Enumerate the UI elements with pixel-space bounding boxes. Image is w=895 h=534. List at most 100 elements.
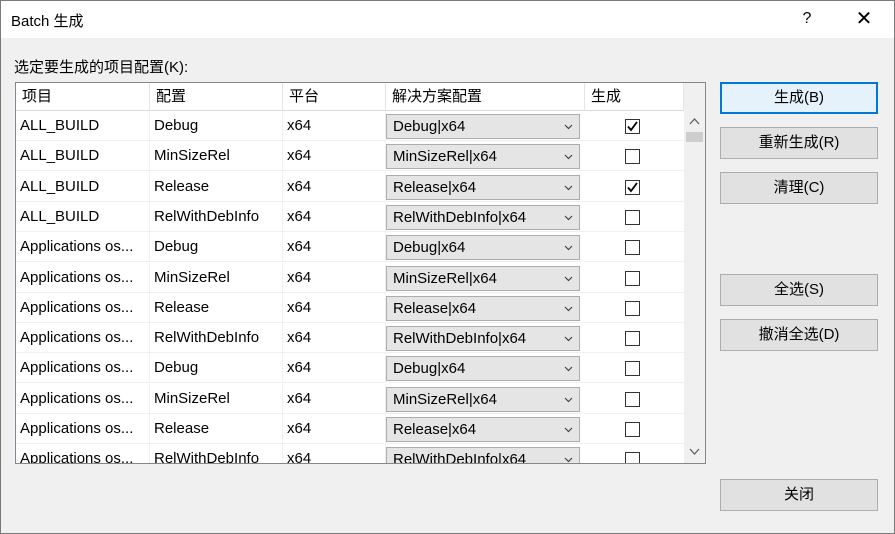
solution-config-dropdown[interactable]: Release|x64 <box>386 417 580 442</box>
project-config-grid[interactable]: 项目 配置 平台 解决方案配置 生成 ALL_BUILD Debug x64 Debu… <box>15 82 706 464</box>
build-checkbox[interactable] <box>625 331 640 347</box>
solution-config-value: Release|x64 <box>393 178 477 196</box>
build-checkbox[interactable] <box>625 391 640 407</box>
chevron-down-icon <box>564 427 573 433</box>
close-button[interactable]: 关闭 <box>720 479 878 511</box>
column-header-project[interactable]: 项目 <box>16 83 150 111</box>
project-name-cell: ALL_BUILD <box>16 141 150 172</box>
table-row[interactable]: Applications os... RelWithDebInfo x64 RelWi… <box>16 444 684 464</box>
project-name-cell: Applications os... <box>16 444 150 463</box>
window-title: Batch 生成 <box>11 13 84 30</box>
solution-config-dropdown[interactable]: Release|x64 <box>386 174 580 200</box>
solution-config-dropdown[interactable]: Debug|x64 <box>386 235 580 261</box>
close-icon[interactable]: ✕ <box>849 4 879 34</box>
solution-config-value: Release|x64 <box>393 299 477 317</box>
config-cell: Debug <box>150 111 283 141</box>
project-name-cell: Applications os... <box>16 353 150 384</box>
chevron-down-icon <box>564 124 573 130</box>
platform-cell: x64 <box>283 323 386 354</box>
build-checkbox[interactable] <box>625 270 640 286</box>
solution-config-dropdown[interactable]: MinSizeRel|x64 <box>386 265 580 291</box>
table-row[interactable]: ALL_BUILD MinSizeRel x64 MinSizeRel|x64 <box>16 141 684 172</box>
build-checkbox[interactable] <box>625 300 640 316</box>
table-row[interactable]: ALL_BUILD RelWithDebInfo x64 RelWithDebInfo… <box>16 201 684 232</box>
config-cell: RelWithDebInfo <box>150 323 283 354</box>
scrollbar-thumb[interactable] <box>686 132 703 142</box>
project-name-cell: ALL_BUILD <box>16 171 150 202</box>
platform-cell: x64 <box>283 201 386 232</box>
solution-config-dropdown[interactable]: MinSizeRel|x64 <box>386 144 580 170</box>
config-cell: MinSizeRel <box>150 141 283 172</box>
chevron-down-icon <box>564 154 573 160</box>
solution-config-value: RelWithDebInfo|x64 <box>393 451 527 464</box>
platform-cell: x64 <box>283 383 386 414</box>
table-row[interactable]: Applications os... Debug x64 Debug|x64 <box>16 232 684 263</box>
project-name-cell: Applications os... <box>16 232 150 263</box>
config-cell: Release <box>150 414 283 444</box>
config-cell: Release <box>150 292 283 323</box>
platform-cell: x64 <box>283 232 386 263</box>
solution-config-value: MinSizeRel|x64 <box>393 390 497 408</box>
solution-config-value: Release|x64 <box>393 421 477 438</box>
project-name-cell: Applications os... <box>16 414 150 444</box>
grid-header: 项目 配置 平台 解决方案配置 生成 <box>16 83 684 111</box>
build-checkbox[interactable] <box>625 452 640 463</box>
solution-config-dropdown[interactable]: RelWithDebInfo|x64 <box>386 447 580 464</box>
table-row[interactable]: Applications os... MinSizeRel x64 MinSizeRe… <box>16 383 684 414</box>
chevron-down-icon <box>564 336 573 342</box>
table-row[interactable]: Applications os... RelWithDebInfo x64 RelWi… <box>16 323 684 354</box>
build-checkbox[interactable] <box>625 149 640 165</box>
column-header-config[interactable]: 配置 <box>150 83 283 111</box>
project-name-cell: ALL_BUILD <box>16 201 150 232</box>
select-all-button[interactable]: 全选(S) <box>720 274 878 306</box>
solution-config-dropdown[interactable]: Debug|x64 <box>386 114 580 139</box>
config-cell: Release <box>150 171 283 202</box>
table-row[interactable]: Applications os... Release x64 Release|x64 <box>16 414 684 444</box>
project-name-cell: Applications os... <box>16 262 150 293</box>
help-button[interactable]: ? <box>792 4 822 34</box>
config-cell: RelWithDebInfo <box>150 201 283 232</box>
solution-config-dropdown[interactable]: RelWithDebInfo|x64 <box>386 326 580 352</box>
platform-cell: x64 <box>283 171 386 202</box>
solution-config-value: MinSizeRel|x64 <box>393 269 497 287</box>
solution-config-value: RelWithDebInfo|x64 <box>393 330 527 348</box>
table-row[interactable]: Applications os... Debug x64 Debug|x64 <box>16 353 684 384</box>
project-name-cell: Applications os... <box>16 383 150 414</box>
platform-cell: x64 <box>283 353 386 384</box>
scroll-up-icon[interactable] <box>684 113 705 130</box>
column-header-build[interactable]: 生成 <box>585 83 684 111</box>
solution-config-dropdown[interactable]: MinSizeRel|x64 <box>386 386 580 412</box>
table-row[interactable]: Applications os... MinSizeRel x64 MinSizeRe… <box>16 262 684 293</box>
solution-config-dropdown[interactable]: Release|x64 <box>386 295 580 321</box>
column-header-platform[interactable]: 平台 <box>283 83 386 111</box>
scroll-down-icon[interactable] <box>684 443 705 460</box>
build-checkbox[interactable] <box>625 240 640 256</box>
project-name-cell: ALL_BUILD <box>16 111 150 141</box>
solution-config-dropdown[interactable]: RelWithDebInfo|x64 <box>386 204 580 230</box>
table-row[interactable]: ALL_BUILD Release x64 Release|x64 <box>16 171 684 202</box>
column-header-solution-config[interactable]: 解决方案配置 <box>386 83 585 111</box>
title-bar: Batch 生成 ? ✕ <box>0 0 895 38</box>
solution-config-value: RelWithDebInfo|x64 <box>393 208 527 226</box>
build-checkbox[interactable] <box>625 119 640 134</box>
vertical-scrollbar[interactable] <box>684 83 705 463</box>
project-name-cell: Applications os... <box>16 323 150 354</box>
table-row[interactable]: Applications os... Release x64 Release|x64 <box>16 292 684 323</box>
build-checkbox[interactable] <box>625 422 640 437</box>
chevron-down-icon <box>564 276 573 281</box>
deselect-all-button[interactable]: 撤消全选(D) <box>720 319 878 351</box>
solution-config-value: Debug|x64 <box>393 360 466 378</box>
chevron-down-icon <box>564 397 573 403</box>
rebuild-button[interactable]: 重新生成(R) <box>720 127 878 159</box>
build-checkbox[interactable] <box>625 209 640 225</box>
build-checkbox[interactable] <box>625 361 640 377</box>
chevron-down-icon <box>564 366 573 372</box>
table-row[interactable]: ALL_BUILD Debug x64 Debug|x64 <box>16 111 684 141</box>
clean-button[interactable]: 清理(C) <box>720 172 878 204</box>
config-cell: Debug <box>150 232 283 263</box>
build-checkbox[interactable] <box>625 179 640 195</box>
config-cell: RelWithDebInfo <box>150 444 283 463</box>
solution-config-dropdown[interactable]: Debug|x64 <box>386 356 580 382</box>
build-button[interactable]: 生成(B) <box>720 82 878 114</box>
project-name-cell: Applications os... <box>16 292 150 323</box>
